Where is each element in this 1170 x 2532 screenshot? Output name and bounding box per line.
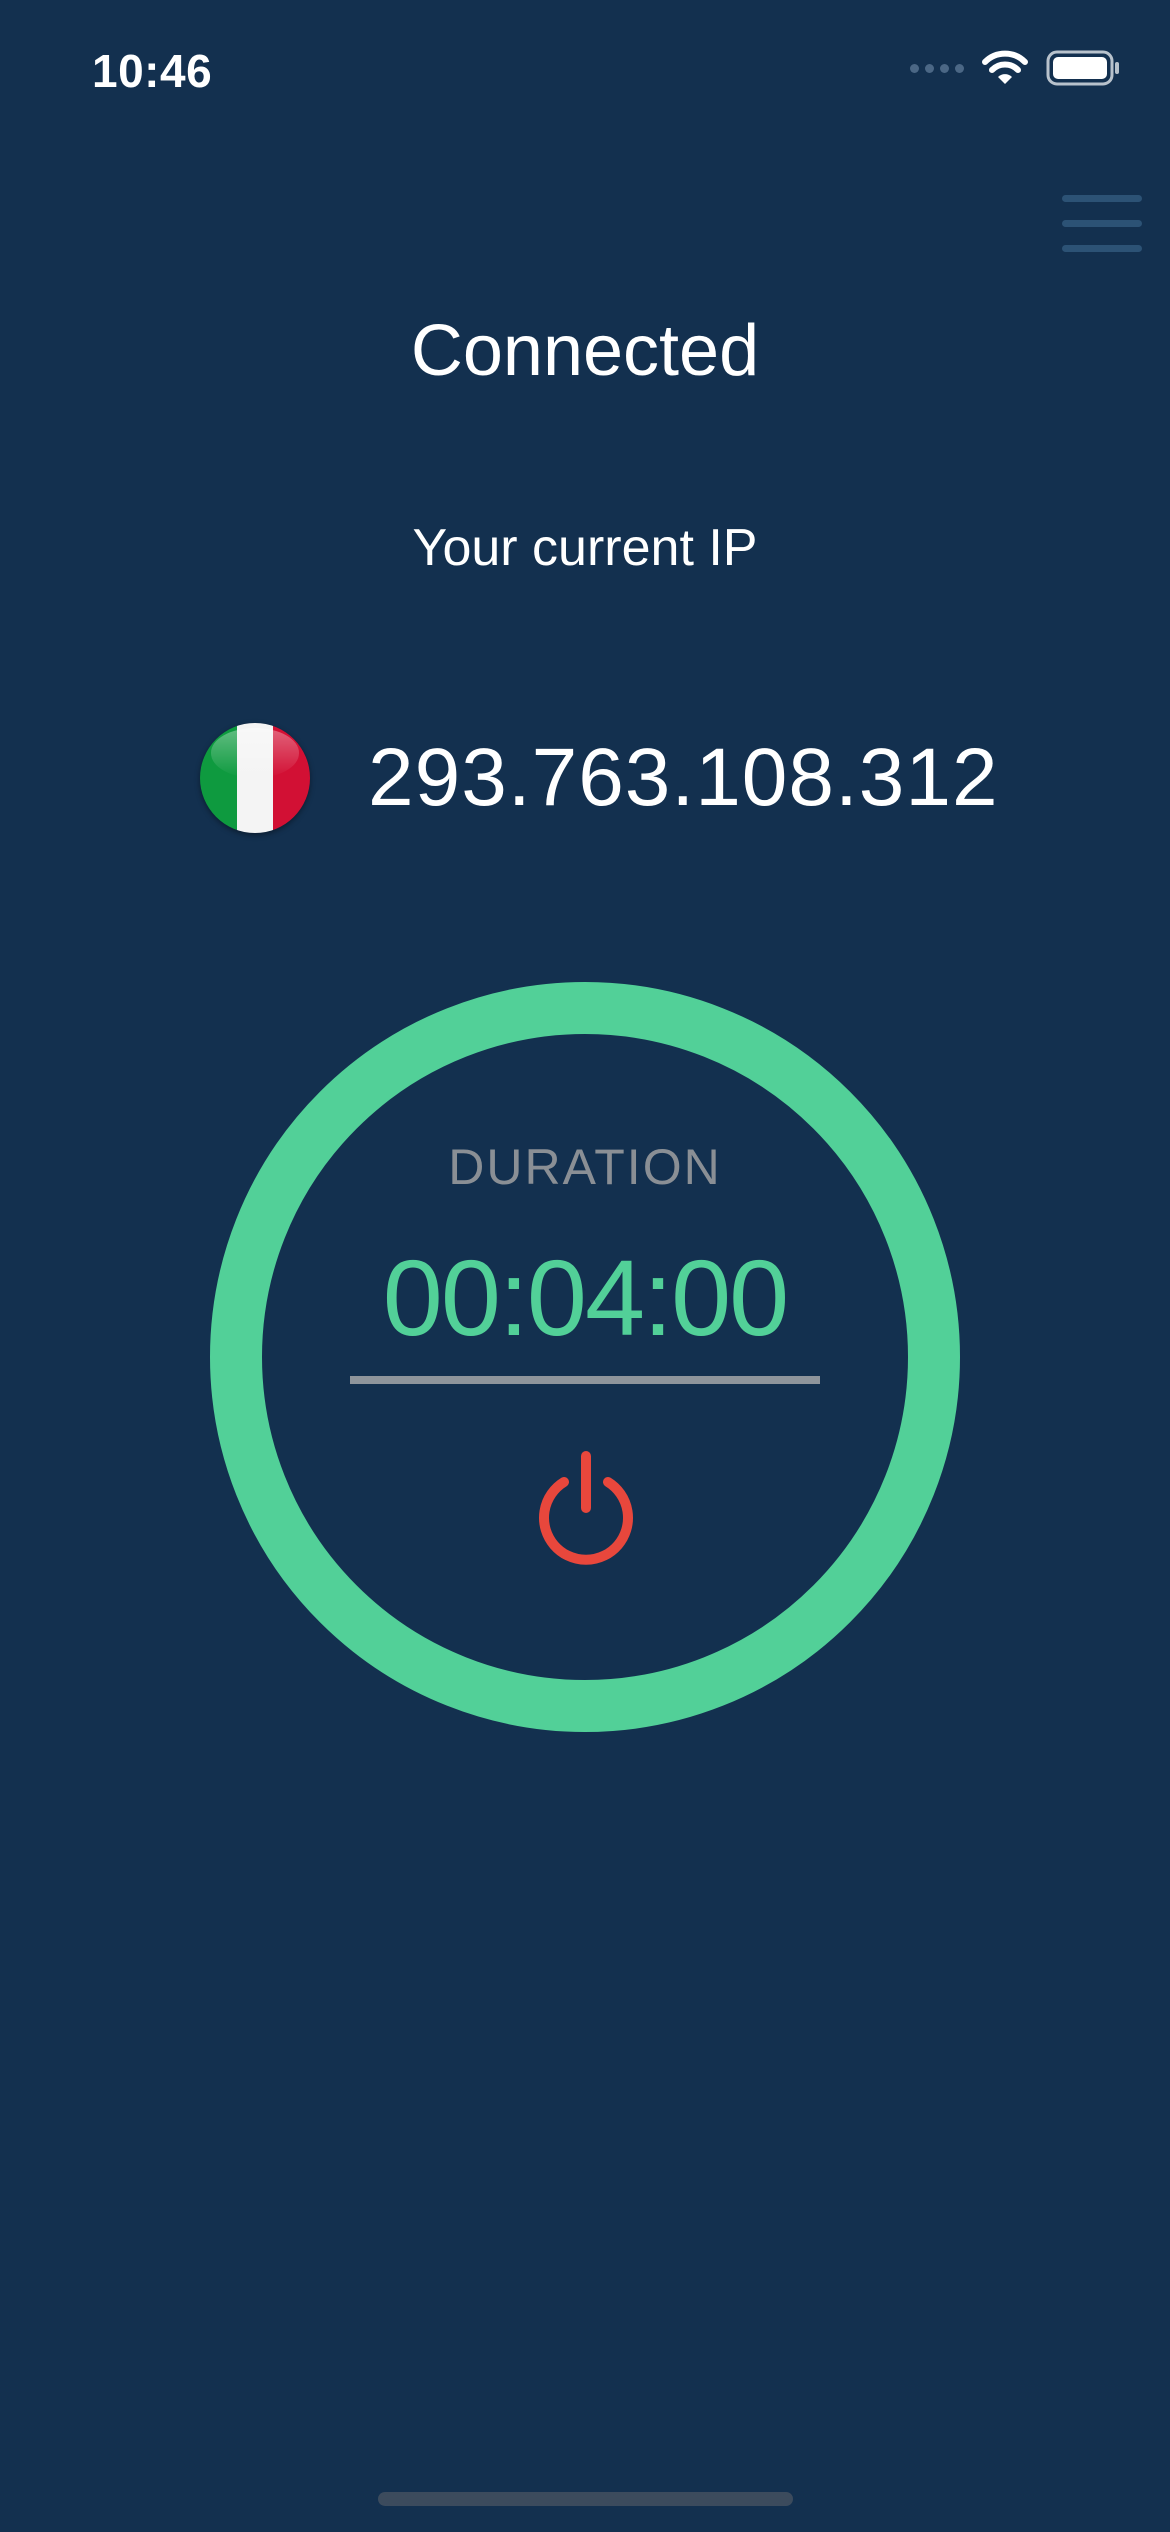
hamburger-menu-icon[interactable] — [1062, 195, 1142, 253]
divider — [350, 1376, 820, 1384]
power-icon — [539, 1451, 633, 1565]
disconnect-button[interactable] — [526, 1446, 646, 1566]
wifi-icon — [982, 50, 1028, 84]
duration-label: DURATION — [448, 1139, 722, 1195]
italy-flag-icon — [200, 722, 310, 833]
ip-label: Your current IP — [412, 519, 758, 577]
home-indicator[interactable] — [378, 2492, 793, 2506]
battery-icon — [1046, 50, 1119, 86]
cellular-signal-icon — [910, 63, 964, 73]
status-icons — [910, 50, 1120, 86]
duration-value: 00:04:00 — [382, 1237, 789, 1358]
connection-status: Connected — [410, 311, 760, 391]
ip-row: 293.763.108.312 — [200, 720, 999, 835]
status-time: 10:46 — [92, 45, 213, 97]
ip-address: 293.763.108.312 — [368, 731, 999, 823]
